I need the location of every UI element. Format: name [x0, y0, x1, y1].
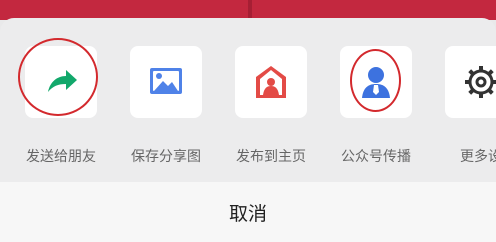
- send-to-friend-label: 发送给朋友: [26, 149, 96, 165]
- gear-icon: [465, 66, 496, 98]
- post-to-homepage-label: 发布到主页: [236, 149, 306, 165]
- top-banner: [0, 0, 496, 20]
- send-to-friend-tile[interactable]: [25, 46, 97, 118]
- save-share-image-tile[interactable]: [130, 46, 202, 118]
- post-to-homepage-action[interactable]: 发布到主页: [225, 46, 317, 171]
- image-icon: [150, 68, 182, 94]
- official-account-share-action[interactable]: 公众号传播: [330, 46, 422, 171]
- more-settings-tile[interactable]: [445, 46, 496, 118]
- save-share-image-label: 保存分享图: [131, 149, 201, 165]
- share-arrow-icon: [48, 70, 77, 92]
- share-actions-row[interactable]: 发送给朋友 保存分享图 发布到主页 公众号传播 更多设: [0, 46, 496, 176]
- more-settings-action[interactable]: 更多设: [435, 46, 496, 171]
- send-to-friend-action[interactable]: 发送给朋友: [15, 46, 107, 171]
- cancel-area: 取消: [0, 182, 496, 242]
- official-account-share-tile[interactable]: [340, 46, 412, 118]
- save-share-image-action[interactable]: 保存分享图: [120, 46, 212, 171]
- cancel-button[interactable]: 取消: [0, 182, 496, 242]
- home-person-icon: [256, 66, 286, 98]
- official-account-share-label: 公众号传播: [341, 149, 411, 165]
- user-icon: [362, 67, 390, 98]
- more-settings-label: 更多设: [460, 149, 496, 165]
- post-to-homepage-tile[interactable]: [235, 46, 307, 118]
